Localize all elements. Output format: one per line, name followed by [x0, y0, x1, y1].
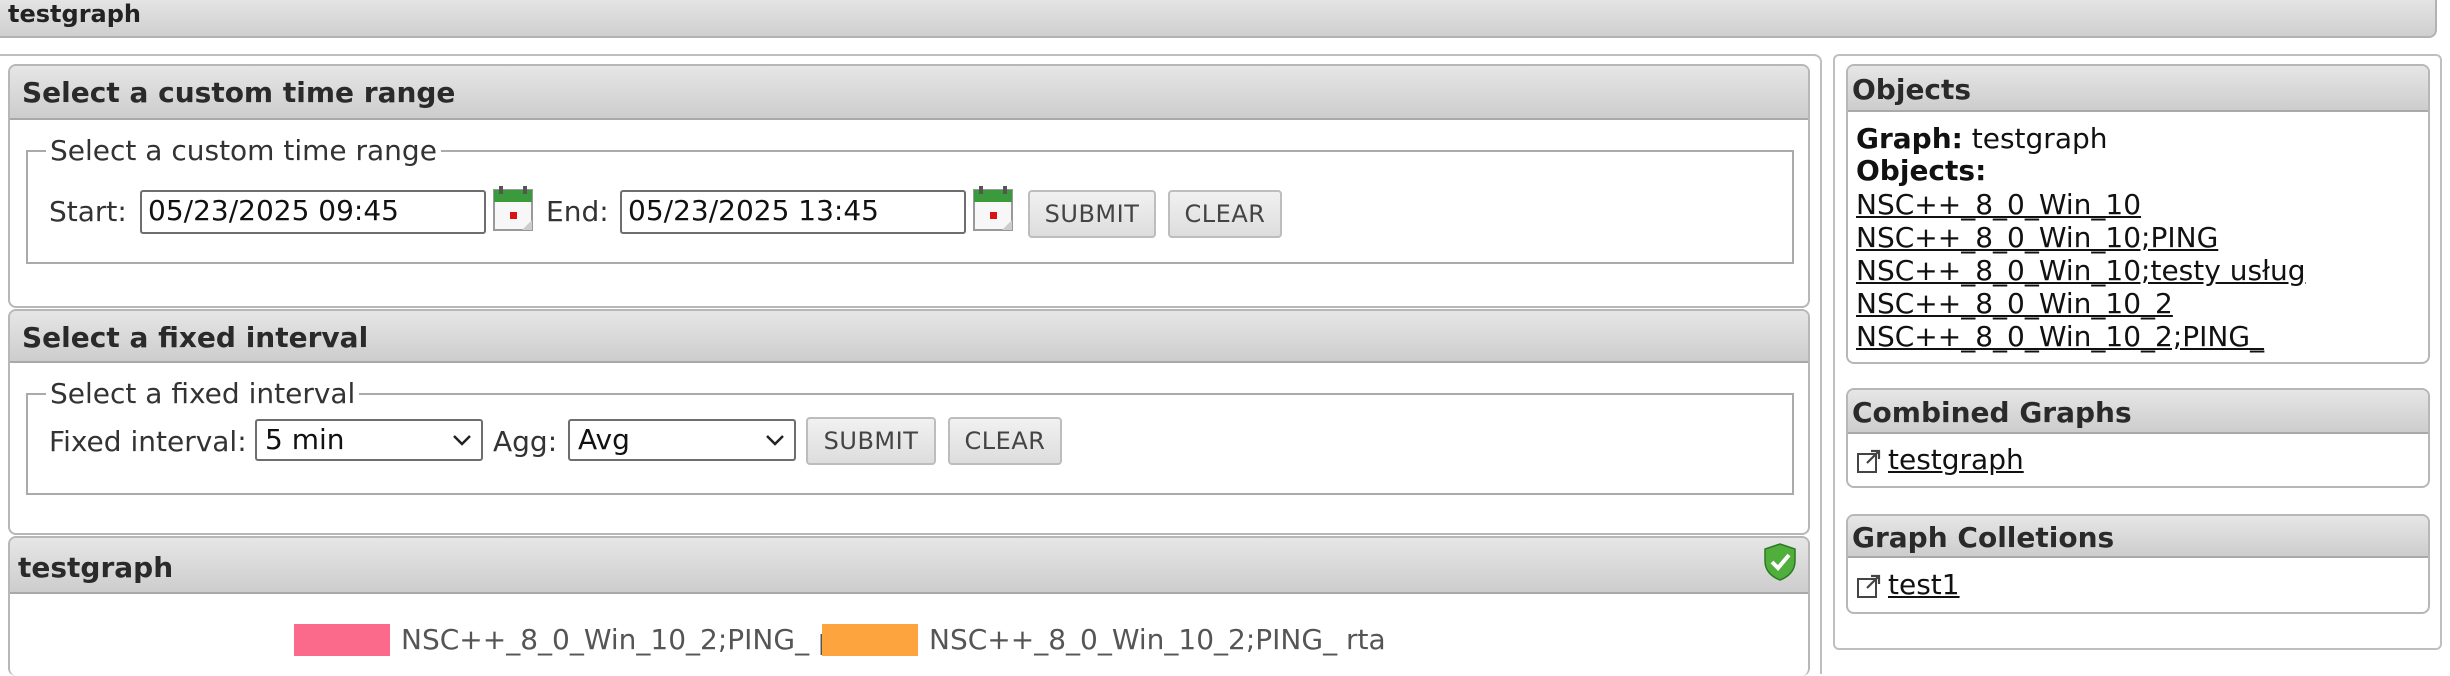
- top-bar: [0, 0, 2437, 38]
- end-date-input[interactable]: 05/23/2025 13:45: [620, 190, 966, 234]
- object-link[interactable]: NSC++_8_0_Win_10: [1856, 188, 2141, 221]
- fixed-interval-header: Select a fixed interval: [10, 311, 1808, 363]
- object-link[interactable]: NSC++_8_0_Win_10_2: [1856, 287, 2173, 320]
- objects-graph-value: testgraph: [1971, 122, 2108, 155]
- chevron-down-icon: [453, 435, 471, 446]
- fixed-interval-value: 5 min: [265, 423, 345, 456]
- chevron-down-icon: [766, 435, 784, 446]
- legend-swatch-pl: [294, 624, 390, 656]
- agg-label: Agg:: [493, 425, 558, 458]
- calendar-icon[interactable]: [492, 186, 536, 234]
- objects-list-label: Objects:: [1856, 154, 1987, 187]
- custom-range-title: Select a custom time range: [22, 76, 456, 109]
- external-link-icon: [1857, 449, 1881, 473]
- objects-graph-row: Graph: testgraph: [1856, 122, 2108, 155]
- agg-value: Avg: [578, 423, 630, 456]
- end-label: End:: [546, 195, 609, 228]
- combined-graph-link[interactable]: testgraph: [1888, 443, 2024, 476]
- graph-collection-link[interactable]: test1: [1888, 568, 1960, 601]
- custom-range-legend: Select a custom time range: [50, 134, 437, 167]
- start-label: Start:: [49, 195, 127, 228]
- fixed-interval-legend: Select a fixed interval: [50, 377, 356, 410]
- object-link[interactable]: NSC++_8_0_Win_10;testy usług: [1856, 254, 2306, 287]
- combined-graphs-title: Combined Graphs: [1852, 396, 2132, 429]
- legend-label-rta: NSC++_8_0_Win_10_2;PING_ rta: [929, 623, 1386, 656]
- graph-collections-title: Graph Colletions: [1852, 521, 2115, 554]
- object-link[interactable]: NSC++_8_0_Win_10;PING: [1856, 221, 2218, 254]
- shield-check-icon: [1764, 543, 1796, 581]
- legend-label-pl: NSC++_8_0_Win_10_2;PING_ pl: [401, 623, 844, 656]
- combined-graphs-header: Combined Graphs: [1848, 390, 2428, 434]
- fixed-interval-submit-button[interactable]: SUBMIT: [806, 417, 936, 465]
- graph-title: testgraph: [18, 551, 174, 584]
- graph-header: testgraph: [10, 538, 1808, 594]
- fixed-interval-title: Select a fixed interval: [22, 321, 369, 354]
- graph-collections-header: Graph Colletions: [1848, 516, 2428, 558]
- custom-range-header: Select a custom time range: [10, 66, 1808, 120]
- custom-range-panel: Select a custom time range Select a cust…: [8, 64, 1810, 308]
- calendar-icon[interactable]: [972, 186, 1016, 234]
- object-link[interactable]: NSC++_8_0_Win_10_2;PING_: [1856, 320, 2264, 353]
- fixed-interval-select[interactable]: 5 min: [255, 419, 483, 461]
- agg-select[interactable]: Avg: [568, 419, 796, 461]
- start-date-input[interactable]: 05/23/2025 09:45: [140, 190, 486, 234]
- fixed-interval-clear-button[interactable]: CLEAR: [948, 417, 1062, 465]
- objects-title: Objects: [1852, 73, 1972, 106]
- objects-header: Objects: [1848, 66, 2428, 112]
- legend-swatch-rta: [822, 624, 918, 656]
- objects-graph-label: Graph:: [1856, 122, 1963, 155]
- fixed-interval-label: Fixed interval:: [49, 425, 247, 458]
- app-title: testgraph: [8, 0, 141, 28]
- custom-range-submit-button[interactable]: SUBMIT: [1028, 190, 1156, 238]
- external-link-icon: [1857, 574, 1881, 598]
- custom-range-clear-button[interactable]: CLEAR: [1168, 190, 1282, 238]
